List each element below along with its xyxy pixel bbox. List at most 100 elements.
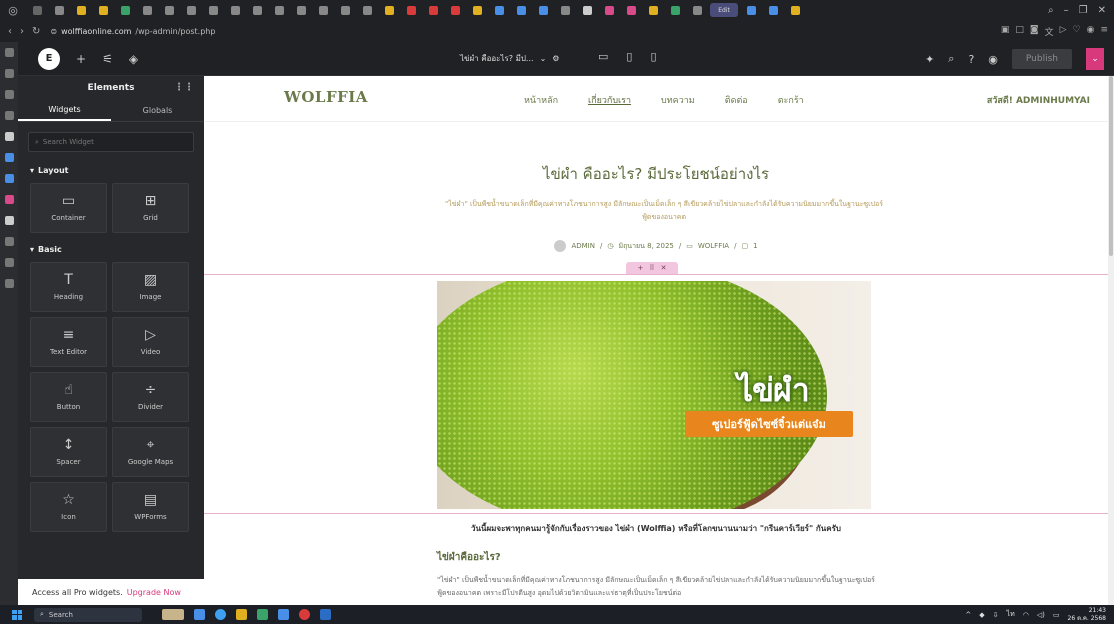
tray-app-icon[interactable]: ◆: [979, 611, 984, 619]
delete-section-icon[interactable]: ✕: [661, 264, 667, 272]
widget-grid[interactable]: ⊞ Grid: [112, 183, 189, 233]
browser-tab[interactable]: [578, 3, 596, 17]
favorite-icon[interactable]: ♡: [1073, 25, 1081, 38]
browser-tab[interactable]: [94, 3, 112, 17]
browser-tab[interactable]: [116, 3, 134, 17]
structure-icon[interactable]: ◈: [129, 52, 138, 66]
add-element-icon[interactable]: +: [76, 52, 86, 66]
magic-icon[interactable]: ✦: [925, 53, 934, 66]
browser-tab[interactable]: [336, 3, 354, 17]
browser-tab[interactable]: [600, 3, 618, 17]
browser-tab-active[interactable]: Edit: [710, 3, 738, 17]
browser-tab[interactable]: [666, 3, 684, 17]
site-settings-icon[interactable]: ⚟: [102, 52, 113, 66]
sidebar-app-icon[interactable]: [4, 195, 14, 204]
widget-spacer[interactable]: ↕ Spacer: [30, 427, 107, 477]
browser-menu-icon[interactable]: ◎: [0, 0, 26, 20]
browser-tab[interactable]: [50, 3, 68, 17]
drag-handle-icon[interactable]: ⠿: [649, 264, 654, 272]
tab-widgets[interactable]: Widgets: [18, 100, 111, 121]
taskbar-app-icon[interactable]: [257, 609, 268, 620]
browser-tab[interactable]: [28, 3, 46, 17]
browser-tab[interactable]: [764, 3, 782, 17]
start-icon[interactable]: [12, 609, 22, 620]
volume-icon[interactable]: ◁): [1037, 611, 1045, 619]
sidebar-app-icon[interactable]: [4, 153, 14, 162]
meta-comments[interactable]: 1: [753, 242, 757, 250]
browser-tab[interactable]: [402, 3, 420, 17]
sidebar-app-icon[interactable]: [4, 132, 14, 141]
browser-tab[interactable]: [742, 3, 760, 17]
meta-category[interactable]: WOLFFIA: [698, 242, 729, 250]
browser-tab[interactable]: [292, 3, 310, 17]
widget-container[interactable]: ▭ Container: [30, 183, 107, 233]
extension-icon[interactable]: □: [1015, 25, 1024, 38]
widget-google-maps[interactable]: ⌖ Google Maps: [112, 427, 189, 477]
menu-icon[interactable]: ≡: [1100, 25, 1108, 38]
taskbar-clock[interactable]: 21:43 26 ต.ค. 2568: [1068, 607, 1106, 623]
opera-icon[interactable]: [299, 609, 310, 620]
widget-heading[interactable]: T Heading: [30, 262, 107, 312]
canvas-scrollbar[interactable]: [1108, 76, 1114, 605]
section-handle[interactable]: + ⠿ ✕: [626, 262, 678, 274]
browser-tab[interactable]: [644, 3, 662, 17]
meta-author[interactable]: ADMIN: [571, 242, 595, 250]
taskbar-app-icon[interactable]: [194, 609, 205, 620]
nav-articles[interactable]: บทความ: [661, 93, 695, 107]
wifi-icon[interactable]: ◠: [1023, 611, 1029, 619]
word-icon[interactable]: [320, 609, 331, 620]
document-title-dropdown[interactable]: ไข่ผำ คืออะไร? มีป... ⌄ ⚙: [460, 52, 559, 65]
browser-tab[interactable]: [380, 3, 398, 17]
nav-about[interactable]: เกี่ยวกับเรา: [588, 93, 631, 107]
help-icon[interactable]: ?: [968, 53, 974, 66]
browser-tab[interactable]: [468, 3, 486, 17]
sidebar-app-icon[interactable]: [4, 258, 14, 267]
preview-icon[interactable]: ◉: [988, 53, 998, 66]
widget-icon[interactable]: ☆ Icon: [30, 482, 107, 532]
page-settings-icon[interactable]: ⚙: [552, 54, 559, 63]
battery-icon[interactable]: ▭: [1053, 611, 1060, 619]
translate-icon[interactable]: 文: [1045, 25, 1054, 38]
taskbar-app-icon[interactable]: [162, 609, 184, 620]
widget-divider[interactable]: ÷ Divider: [112, 372, 189, 422]
mobile-icon[interactable]: ▯: [650, 50, 656, 63]
browser-tab[interactable]: [358, 3, 376, 17]
minimize-icon[interactable]: –: [1064, 5, 1069, 16]
sidebar-app-icon[interactable]: [4, 174, 14, 183]
sidebar-app-icon[interactable]: [4, 279, 14, 288]
site-logo[interactable]: WOLFFIA: [284, 88, 368, 106]
browser-tab[interactable]: [688, 3, 706, 17]
tray-app-icon[interactable]: ⇩: [993, 611, 999, 619]
browser-tab[interactable]: [72, 3, 90, 17]
widget-image[interactable]: ▨ Image: [112, 262, 189, 312]
site-info-icon[interactable]: ⊜: [50, 27, 57, 36]
browser-tab[interactable]: [446, 3, 464, 17]
sidebar-app-icon[interactable]: [4, 216, 14, 225]
browser-tab[interactable]: [248, 3, 266, 17]
forward-icon[interactable]: ›: [20, 26, 24, 37]
close-icon[interactable]: ✕: [1098, 5, 1106, 16]
tab-globals[interactable]: Globals: [111, 100, 204, 121]
search-tabs-icon[interactable]: ⌕: [1048, 5, 1054, 16]
taskbar-app-icon[interactable]: [278, 609, 289, 620]
chevron-up-icon[interactable]: ^: [965, 611, 971, 619]
add-section-icon[interactable]: +: [638, 264, 644, 272]
browser-tab[interactable]: [512, 3, 530, 17]
edge-icon[interactable]: [215, 609, 226, 620]
browser-tab[interactable]: [226, 3, 244, 17]
basic-section-toggle[interactable]: ▾ Basic: [18, 237, 204, 262]
nav-cart[interactable]: ตะกร้า: [778, 93, 804, 107]
layout-section-toggle[interactable]: ▾ Layout: [18, 158, 204, 183]
profile-icon[interactable]: ◉: [1087, 25, 1095, 38]
nav-home[interactable]: หน้าหลัก: [524, 93, 558, 107]
browser-tab[interactable]: [622, 3, 640, 17]
url-field[interactable]: ⊜ wolffiaonline.com/wp-admin/post.php: [50, 27, 215, 36]
search-widget-input[interactable]: ⌕ Search Widget: [28, 132, 194, 152]
browser-tab[interactable]: [314, 3, 332, 17]
play-icon[interactable]: ▷: [1060, 25, 1067, 38]
browser-tab[interactable]: [786, 3, 804, 17]
sidebar-app-icon[interactable]: [4, 111, 14, 120]
sidebar-app-icon[interactable]: [4, 237, 14, 246]
scrollbar-thumb[interactable]: [1109, 76, 1113, 256]
extension-icon[interactable]: ◙: [1030, 25, 1039, 38]
